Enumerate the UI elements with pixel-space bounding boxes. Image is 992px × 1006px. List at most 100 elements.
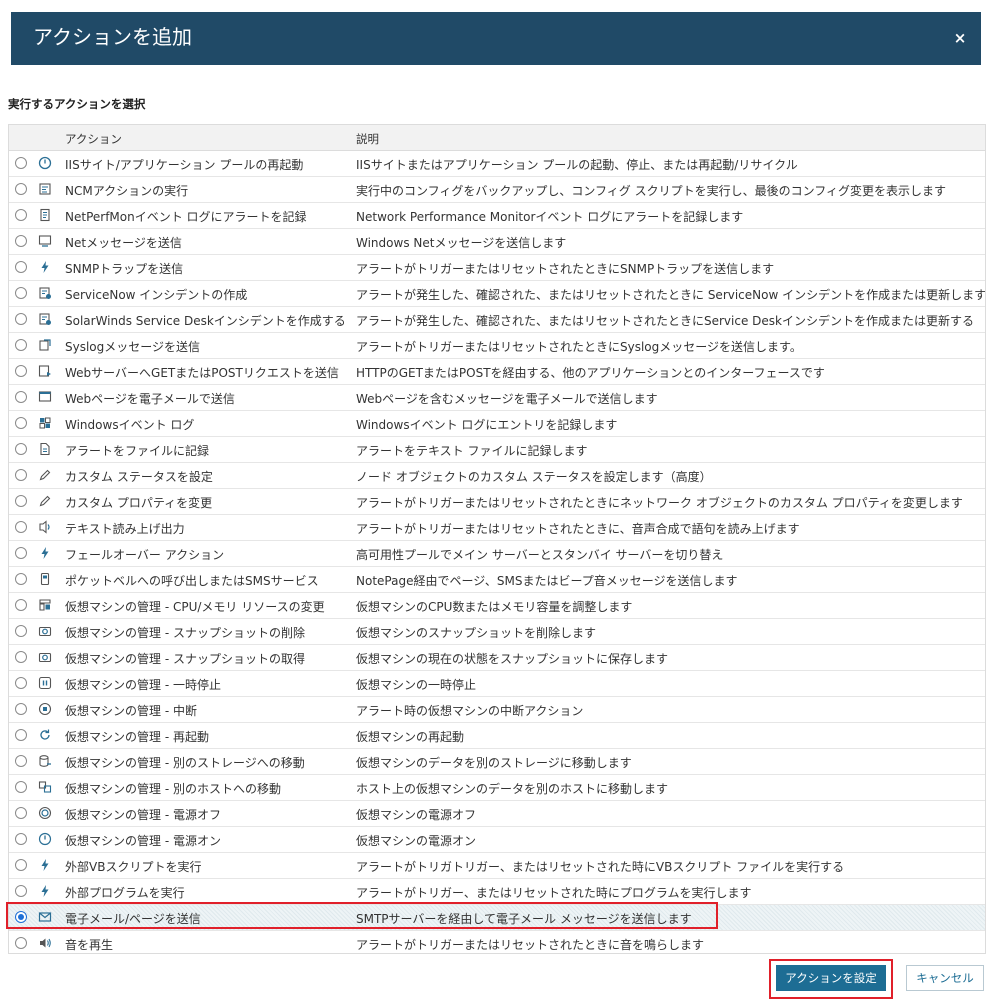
table-row[interactable]: 仮想マシンの管理 - 電源オフ 仮想マシンの電源オフ xyxy=(9,801,985,827)
action-description: 仮想マシンの再起動 xyxy=(356,730,465,744)
table-row[interactable]: カスタム プロパティを変更 アラートがトリガーまたはリセットされたときにネットワー… xyxy=(9,489,985,515)
table-row[interactable]: 仮想マシンの管理 - 中断 アラート時の仮想マシンの中断アクション xyxy=(9,697,985,723)
action-description: アラートがトリガーまたはリセットされたときにネットワーク オブジェクトのカスタム… xyxy=(356,496,963,510)
row-radio-button[interactable] xyxy=(15,365,27,377)
action-name: ポケットベルへの呼び出しまたはSMSサービス xyxy=(65,574,319,588)
row-radio-button[interactable] xyxy=(15,677,27,689)
table-row[interactable]: 仮想マシンの管理 - CPU/メモリ リソースの変更 仮想マシンのCPU数またはメ… xyxy=(9,593,985,619)
lightning-icon xyxy=(37,545,53,561)
configure-action-button[interactable]: アクションを設定 xyxy=(776,965,886,991)
file-icon xyxy=(37,441,53,457)
table-row[interactable]: テキスト読み上げ出力 アラートがトリガーまたはリセットされたときに、音声合成で語句… xyxy=(9,515,985,541)
table-row[interactable]: 仮想マシンの管理 - 電源オン 仮想マシンの電源オン xyxy=(9,827,985,853)
suspend-icon xyxy=(37,701,53,717)
row-radio-button[interactable] xyxy=(15,573,27,585)
row-radio-button[interactable] xyxy=(15,495,27,507)
lightning-icon xyxy=(37,857,53,873)
row-radio-button[interactable] xyxy=(15,157,27,169)
column-header-action: アクション xyxy=(65,132,122,146)
windows-log-icon xyxy=(37,415,53,431)
action-description: 仮想マシンのCPU数またはメモリ容量を調整します xyxy=(356,600,633,614)
action-description: ホスト上の仮想マシンのデータを別のホストに移動します xyxy=(356,782,669,796)
cancel-button[interactable]: キャンセル xyxy=(906,965,984,991)
table-row[interactable]: Windowsイベント ログ Windowsイベント ログにエントリを記録します xyxy=(9,411,985,437)
row-radio-button[interactable] xyxy=(15,443,27,455)
row-radio-button[interactable] xyxy=(15,911,27,923)
row-radio-button[interactable] xyxy=(15,313,27,325)
action-name: カスタム ステータスを設定 xyxy=(65,470,213,484)
table-row[interactable]: NCMアクションの実行 実行中のコンフィグをバックアップし、コンフィグ スクリプト… xyxy=(9,177,985,203)
row-radio-button[interactable] xyxy=(15,287,27,299)
row-radio-button[interactable] xyxy=(15,807,27,819)
action-name: 電子メール/ページを送信 xyxy=(65,912,201,926)
table-row[interactable]: ServiceNow インシデントの作成 アラートが発生した、確認された、またはリ… xyxy=(9,281,985,307)
table-row[interactable]: IISサイト/アプリケーション プールの再起動 IISサイトまたはアプリケーション… xyxy=(9,151,985,177)
row-radio-button[interactable] xyxy=(15,885,27,897)
column-header-description: 説明 xyxy=(356,132,379,146)
table-row[interactable]: フェールオーバー アクション 高可用性プールでメイン サーバーとスタンバイ サーバ… xyxy=(9,541,985,567)
action-description: IISサイトまたはアプリケーション プールの起動、停止、または再起動/リサイクル xyxy=(356,158,798,172)
storage-icon xyxy=(37,753,53,769)
table-row[interactable]: 仮想マシンの管理 - スナップショットの取得 仮想マシンの現在の状態をスナップショ… xyxy=(9,645,985,671)
action-description: 仮想マシンの一時停止 xyxy=(356,678,477,692)
table-row[interactable]: 仮想マシンの管理 - 再起動 仮想マシンの再起動 xyxy=(9,723,985,749)
action-description: ノード オブジェクトのカスタム ステータスを設定します（高度） xyxy=(356,470,712,484)
pager-icon xyxy=(37,571,53,587)
row-radio-button[interactable] xyxy=(15,469,27,481)
ticket-icon xyxy=(37,285,53,301)
table-row[interactable]: カスタム ステータスを設定 ノード オブジェクトのカスタム ステータスを設定します… xyxy=(9,463,985,489)
row-radio-button[interactable] xyxy=(15,833,27,845)
row-radio-button[interactable] xyxy=(15,209,27,221)
table-row[interactable]: 仮想マシンの管理 - スナップショットの削除 仮想マシンのスナップショットを削除し… xyxy=(9,619,985,645)
row-radio-button[interactable] xyxy=(15,521,27,533)
row-radio-button[interactable] xyxy=(15,183,27,195)
grid-body: IISサイト/アプリケーション プールの再起動 IISサイトまたはアプリケーション… xyxy=(9,151,985,953)
table-row[interactable]: Syslogメッセージを送信 アラートがトリガーまたはリセットされたときにSysl… xyxy=(9,333,985,359)
dialog-title-bar: アクションを追加 × xyxy=(11,12,981,65)
row-radio-button[interactable] xyxy=(15,599,27,611)
camera-icon xyxy=(37,649,53,665)
table-row[interactable]: Netメッセージを送信 Windows Netメッセージを送信します xyxy=(9,229,985,255)
row-radio-button[interactable] xyxy=(15,755,27,767)
table-row[interactable]: 音を再生 アラートがトリガーまたはリセットされたときに音を鳴らします xyxy=(9,931,985,953)
action-description: アラートがトリガー、またはリセットされた時にプログラムを実行します xyxy=(356,886,752,900)
row-radio-button[interactable] xyxy=(15,781,27,793)
row-radio-button[interactable] xyxy=(15,391,27,403)
row-radio-button[interactable] xyxy=(15,703,27,715)
row-radio-button[interactable] xyxy=(15,417,27,429)
table-row[interactable]: SolarWinds Service Deskインシデントを作成する アラートが発… xyxy=(9,307,985,333)
row-radio-button[interactable] xyxy=(15,859,27,871)
table-row[interactable]: Webページを電子メールで送信 Webページを含むメッセージを電子メールで送信しま… xyxy=(9,385,985,411)
row-radio-button[interactable] xyxy=(15,937,27,949)
action-description: アラートがトリガーまたはリセットされたときにSyslogメッセージを送信します。 xyxy=(356,340,802,354)
speaker-icon xyxy=(37,935,53,951)
close-icon[interactable]: × xyxy=(951,29,969,47)
action-description: アラート時の仮想マシンの中断アクション xyxy=(356,704,584,718)
table-row[interactable]: 仮想マシンの管理 - 一時停止 仮想マシンの一時停止 xyxy=(9,671,985,697)
table-row[interactable]: アラートをファイルに記録 アラートをテキスト ファイルに記録します xyxy=(9,437,985,463)
action-description: Windowsイベント ログにエントリを記録します xyxy=(356,418,618,432)
table-row[interactable]: WebサーバーへGETまたはPOSTリクエストを送信 HTTPのGETまたはPOS… xyxy=(9,359,985,385)
table-row[interactable]: 外部プログラムを実行 アラートがトリガー、またはリセットされた時にプログラムを実行… xyxy=(9,879,985,905)
table-row[interactable]: ポケットベルへの呼び出しまたはSMSサービス NotePage経由でページ、SMS… xyxy=(9,567,985,593)
power-on-icon xyxy=(37,831,53,847)
table-row[interactable]: 外部VBスクリプトを実行 アラートがトリガトリガー、またはリセットされた時にVBス… xyxy=(9,853,985,879)
row-radio-button[interactable] xyxy=(15,339,27,351)
table-row[interactable]: 仮想マシンの管理 - 別のホストへの移動 ホスト上の仮想マシンのデータを別のホスト… xyxy=(9,775,985,801)
row-radio-button[interactable] xyxy=(15,625,27,637)
action-description: Network Performance Monitorイベント ログにアラートを… xyxy=(356,210,744,224)
row-radio-button[interactable] xyxy=(15,651,27,663)
table-row[interactable]: 仮想マシンの管理 - 別のストレージへの移動 仮想マシンのデータを別のストレージに… xyxy=(9,749,985,775)
action-name: NCMアクションの実行 xyxy=(65,184,189,198)
action-name: 仮想マシンの管理 - 電源オフ xyxy=(65,808,221,822)
host-move-icon xyxy=(37,779,53,795)
table-row[interactable]: 電子メール/ページを送信 SMTPサーバーを経由して電子メール メッセージを送信し… xyxy=(9,905,985,931)
action-name: Webページを電子メールで送信 xyxy=(65,392,235,406)
row-radio-button[interactable] xyxy=(15,235,27,247)
row-radio-button[interactable] xyxy=(15,729,27,741)
row-radio-button[interactable] xyxy=(15,261,27,273)
table-row[interactable]: SNMPトラップを送信 アラートがトリガーまたはリセットされたときにSNMPトラッ… xyxy=(9,255,985,281)
action-description: NotePage経由でページ、SMSまたはビープ音メッセージを送信します xyxy=(356,574,738,588)
table-row[interactable]: NetPerfMonイベント ログにアラートを記録 Network Perform… xyxy=(9,203,985,229)
row-radio-button[interactable] xyxy=(15,547,27,559)
